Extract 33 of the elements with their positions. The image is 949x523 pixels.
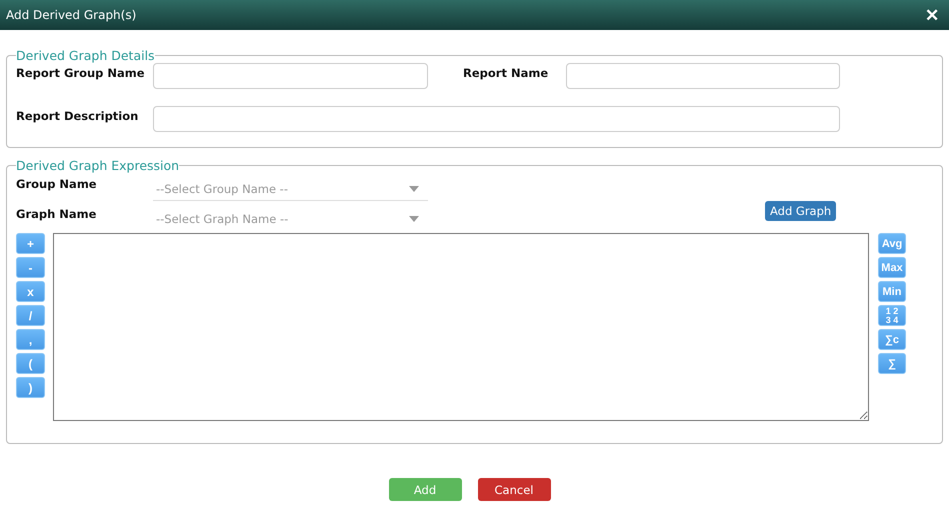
dropdown[interactable]: --Select Graph Name --	[153, 203, 428, 231]
close-button[interactable]: ✕	[925, 6, 939, 24]
field-label: Report Group Name	[16, 65, 146, 80]
operator-button[interactable]: ,	[16, 329, 45, 350]
operator-button[interactable]: -	[16, 257, 45, 278]
field-label: Report Name	[463, 65, 550, 80]
operator-button[interactable]: )	[16, 377, 45, 398]
operator-button[interactable]: (	[16, 353, 45, 374]
expression-field[interactable]	[53, 233, 869, 421]
operator-button[interactable]: +	[16, 233, 45, 254]
dropdown[interactable]: --Select Group Name --	[153, 173, 428, 201]
function-button[interactable]: Avg	[878, 233, 906, 254]
function-button[interactable]: 1 2 3 4	[878, 305, 906, 326]
operator-button[interactable]: /	[16, 305, 45, 326]
function-button[interactable]: Max	[878, 257, 906, 278]
function-button[interactable]: ∑	[878, 353, 906, 374]
cancel-button[interactable]: Cancel	[478, 478, 550, 501]
section-title: Derived Graph Details	[16, 48, 155, 63]
function-button[interactable]: Min	[878, 281, 906, 302]
field-label: Graph Name	[16, 206, 98, 221]
add-graph-button[interactable]: Add Graph	[765, 201, 836, 221]
function-button[interactable]: ∑c	[878, 329, 906, 350]
add-button[interactable]: Add	[388, 478, 462, 501]
field-label: Group Name	[16, 176, 98, 191]
dropdown-caret-icon	[409, 186, 419, 192]
input-field[interactable]	[153, 106, 840, 132]
dropdown-caret-icon	[409, 216, 419, 222]
window-title: Add Derived Graph(s)	[6, 8, 136, 22]
field-label: Report Description	[16, 108, 140, 123]
input-field[interactable]	[153, 63, 428, 89]
section-title: Derived Graph Expression	[16, 158, 180, 173]
operator-button[interactable]: x	[16, 281, 45, 302]
input-field[interactable]	[566, 63, 840, 89]
